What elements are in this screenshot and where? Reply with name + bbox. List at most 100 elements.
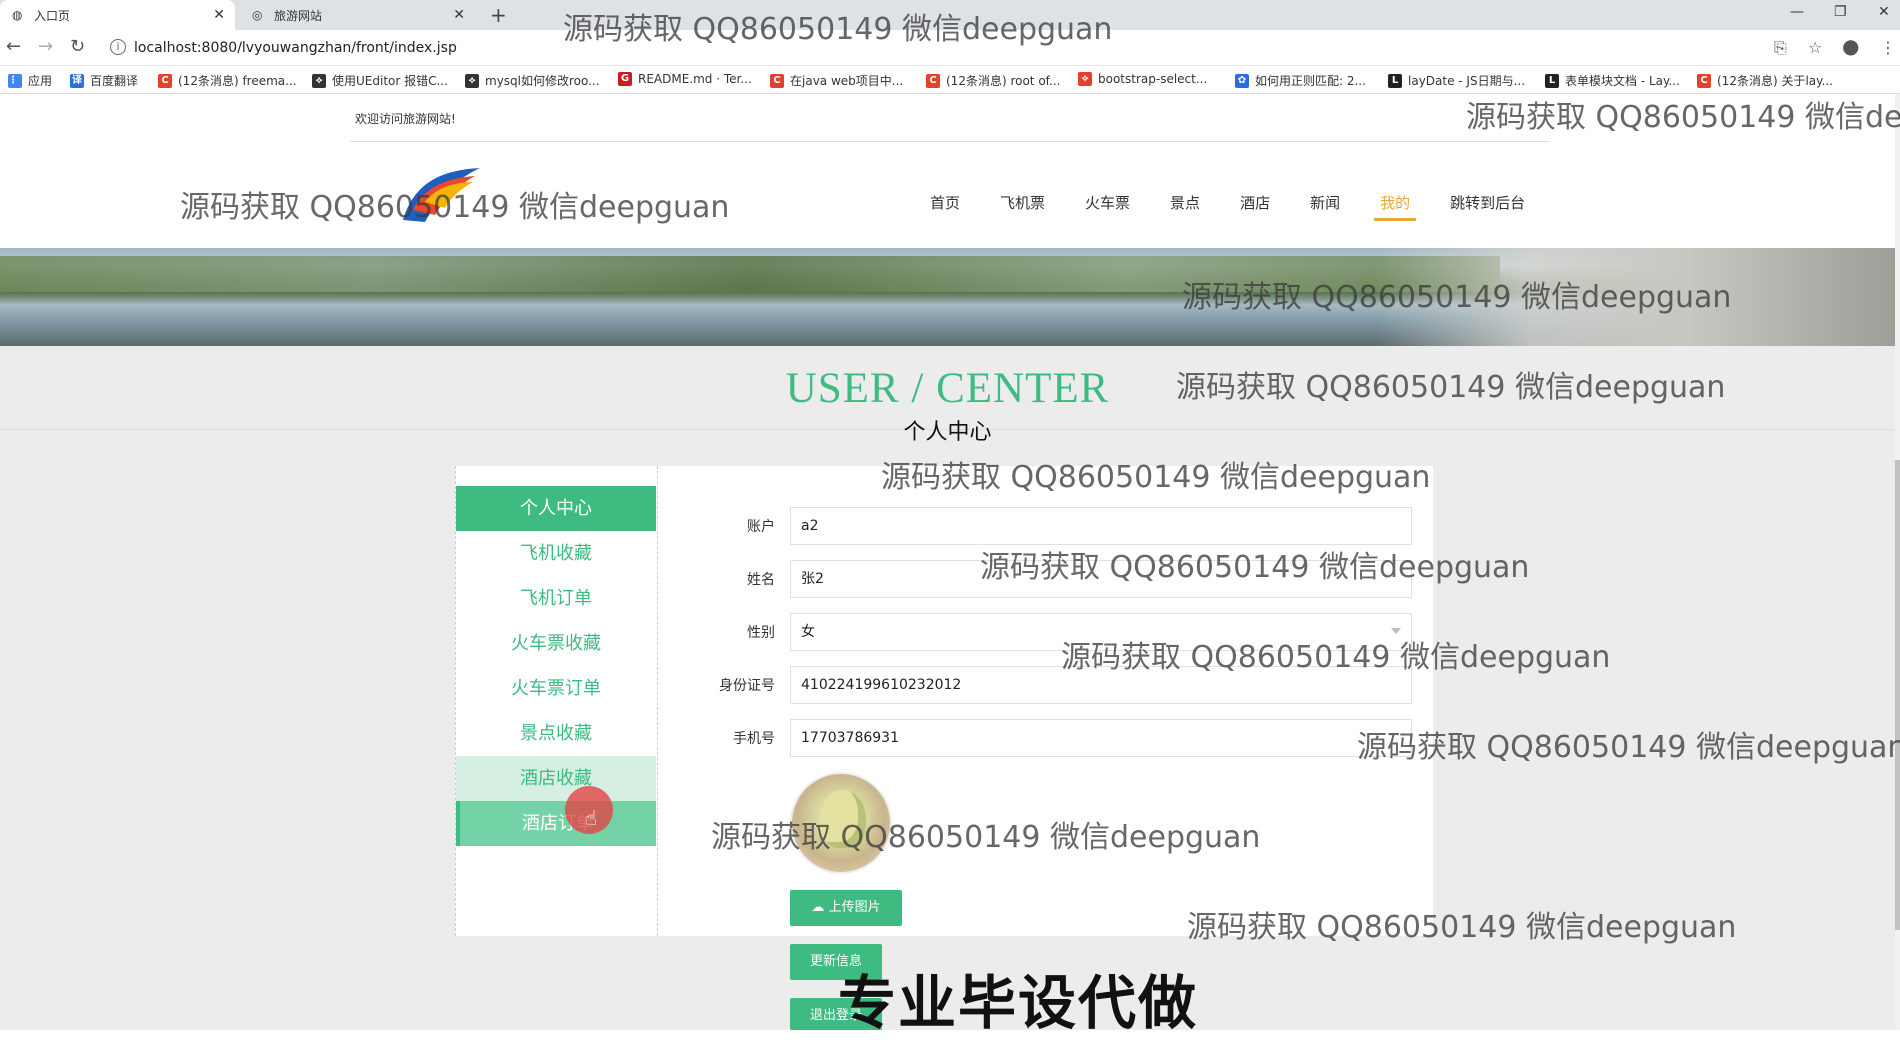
sidebar-item-flight-orders[interactable]: 飞机订单 — [456, 576, 656, 621]
close-tab-icon[interactable]: ✕ — [213, 7, 225, 23]
sidebar-item-profile[interactable]: 个人中心 — [456, 486, 656, 531]
bookmark-item[interactable]: G README.md · Ter... — [618, 72, 752, 86]
bookmarks-bar: ⋮⋮ 应用 译百度翻译 C (12条消息) freema... ⟡ 使用UEditor 报错… — [0, 66, 1900, 94]
globe-icon: ◎ — [252, 8, 263, 22]
bookmark-item[interactable]: C 在java web项目中... — [770, 72, 903, 89]
phone-field[interactable]: 17703786931 — [790, 719, 1412, 757]
page-icon: ⟡ — [1078, 72, 1092, 86]
close-window-icon[interactable]: ✕ — [1878, 4, 1890, 20]
restore-icon[interactable]: ❐ — [1834, 4, 1847, 20]
watermark: 源码获取 QQ86050149 微信deepguan — [563, 12, 1113, 47]
apps-grid-icon: ⋮⋮ — [8, 73, 28, 88]
bookmark-item[interactable]: ⟡ bootstrap-select... — [1078, 72, 1207, 86]
bookmark-label: (12条消息) root of... — [946, 74, 1061, 88]
back-icon[interactable]: ← — [6, 36, 21, 57]
watermark: 源码获取 QQ86050149 微信deepguan — [180, 190, 730, 225]
profile-icon[interactable]: ● — [1842, 34, 1859, 58]
section-title-cn: 个人中心 — [903, 420, 992, 445]
sidebar-item-hotel-favorites[interactable]: 酒店收藏 — [456, 756, 656, 801]
nav-item-home[interactable]: 首页 — [930, 192, 960, 213]
browser-tab-0[interactable]: ◍ 入口页 ✕ — [0, 0, 235, 30]
nav-item-mine[interactable]: 我的 — [1374, 192, 1417, 221]
upload-image-button[interactable]: ☁ 上传图片 — [790, 890, 902, 926]
nav-item-flights[interactable]: 飞机票 — [1000, 192, 1045, 213]
bookmark-item[interactable]: ⋮⋮ 应用 — [8, 72, 52, 89]
minimize-icon[interactable]: — — [1790, 4, 1804, 20]
watermark: 源码获取 QQ86050149 微信deepguan — [1466, 100, 1900, 135]
reload-icon[interactable]: ↻ — [70, 36, 85, 57]
form-row-phone: 手机号 17703786931 — [700, 718, 1412, 758]
bookmark-item[interactable]: ⟡ 使用UEditor 报错C... — [312, 72, 448, 89]
field-label: 性别 — [747, 625, 775, 641]
gender-select-value: 女 — [801, 624, 815, 640]
bookmark-item[interactable]: L 表单模块文档 - Lay... — [1545, 72, 1680, 89]
bookmark-label: 表单模块文档 - Lay... — [1565, 74, 1680, 88]
bookmark-item[interactable]: LlayDate - JS日期与... — [1388, 72, 1525, 89]
bookmark-item[interactable]: ⟡ mysql如何修改roo... — [465, 72, 600, 89]
field-label: 手机号 — [733, 731, 775, 747]
field-label: 身份证号 — [719, 678, 775, 694]
csdn-icon: C — [158, 73, 172, 88]
main-nav: 首页 飞机票 火车票 景点 酒店 新闻 我的 跳转到后台 — [930, 192, 1565, 221]
nav-item-admin[interactable]: 跳转到后台 — [1450, 192, 1525, 213]
csdn-icon: C — [1697, 73, 1711, 88]
close-tab-icon[interactable]: ✕ — [453, 7, 465, 23]
layui-icon: L — [1388, 73, 1402, 88]
tab-label: 旅游网站 — [274, 8, 323, 23]
watermark: 源码获取 QQ86050149 微信deepguan — [1176, 370, 1726, 405]
bookmark-item[interactable]: ✿ 如何用正则匹配: 2... — [1235, 72, 1366, 89]
watermark: 源码获取 QQ86050149 微信deepguan — [1061, 640, 1611, 675]
bookmark-label: layDate - JS日期与... — [1408, 74, 1526, 88]
new-tab-icon[interactable]: + — [490, 3, 507, 27]
menu-icon[interactable]: ⋮ — [1880, 38, 1896, 57]
url-field[interactable]: localhost:8080/lvyouwangzhan/front/index… — [134, 40, 457, 56]
bookmark-label: 在java web项目中... — [790, 74, 904, 88]
browser-tab-1[interactable]: ◎ 旅游网站 ✕ — [240, 0, 475, 30]
info-icon[interactable]: i — [110, 39, 126, 55]
csdn-icon: C — [770, 73, 784, 88]
translate-icon: 译 — [70, 73, 84, 88]
sidebar-item-train-orders[interactable]: 火车票订单 — [456, 666, 656, 711]
watermark: 源码获取 QQ86050149 微信deepguan — [711, 820, 1261, 855]
nav-item-news[interactable]: 新闻 — [1310, 192, 1340, 213]
bookmark-label: 应用 — [28, 74, 53, 88]
nav-item-hotels[interactable]: 酒店 — [1240, 192, 1270, 213]
scrollbar-thumb[interactable] — [1895, 460, 1900, 930]
hand-cursor-icon: ☝ — [585, 806, 598, 830]
sidebar-item-flight-favorites[interactable]: 飞机收藏 — [456, 531, 656, 576]
field-label: 姓名 — [747, 572, 775, 588]
page-icon: ⟡ — [465, 73, 479, 88]
watermark: 源码获取 QQ86050149 微信deepguan — [881, 460, 1431, 495]
baidu-icon: ✿ — [1235, 73, 1249, 88]
welcome-text: 欢迎访问旅游网站! — [355, 112, 456, 126]
sidebar-item-train-favorites[interactable]: 火车票收藏 — [456, 621, 656, 666]
bookmark-item[interactable]: C (12条消息) 关于lay... — [1697, 72, 1833, 89]
bookmark-label: README.md · Ter... — [638, 72, 752, 86]
watermark: 源码获取 QQ86050149 微信deepguan — [1182, 280, 1732, 315]
video-caption: 专业毕设代做 — [838, 969, 1199, 1037]
bookmark-label: mysql如何修改roo... — [485, 74, 600, 88]
bookmark-item[interactable]: C (12条消息) freema... — [158, 72, 297, 89]
nav-item-attractions[interactable]: 景点 — [1170, 192, 1200, 213]
forward-icon[interactable]: → — [38, 36, 53, 57]
translate-icon[interactable]: ⎘ — [1774, 38, 1787, 58]
bookmark-label: bootstrap-select... — [1098, 72, 1208, 86]
watermark: 源码获取 QQ86050149 微信deepguan — [1357, 730, 1900, 765]
bookmark-item[interactable]: 译百度翻译 — [70, 72, 138, 89]
star-icon[interactable]: ☆ — [1808, 38, 1822, 57]
bookmark-label: (12条消息) 关于lay... — [1717, 74, 1833, 88]
watermark: 源码获取 QQ86050149 微信deepguan — [980, 550, 1530, 585]
bookmark-label: 百度翻译 — [90, 74, 139, 88]
watermark: 源码获取 QQ86050149 微信deepguan — [1187, 910, 1737, 945]
cloud-upload-icon: ☁ — [811, 900, 829, 915]
page-icon: ⟡ — [312, 73, 326, 88]
form-row-account: 账户 a2 — [700, 506, 1412, 546]
sidebar-item-hotel-orders[interactable]: 酒店订单 — [456, 801, 656, 846]
globe-icon: ◍ — [12, 8, 23, 22]
bookmark-label: (12条消息) freema... — [178, 74, 297, 88]
account-field[interactable]: a2 — [790, 507, 1412, 545]
bookmark-item[interactable]: C (12条消息) root of... — [926, 72, 1060, 89]
upload-button-label: 上传图片 — [828, 900, 881, 915]
nav-item-trains[interactable]: 火车票 — [1085, 192, 1130, 213]
sidebar-item-attraction-favorites[interactable]: 景点收藏 — [456, 711, 656, 756]
